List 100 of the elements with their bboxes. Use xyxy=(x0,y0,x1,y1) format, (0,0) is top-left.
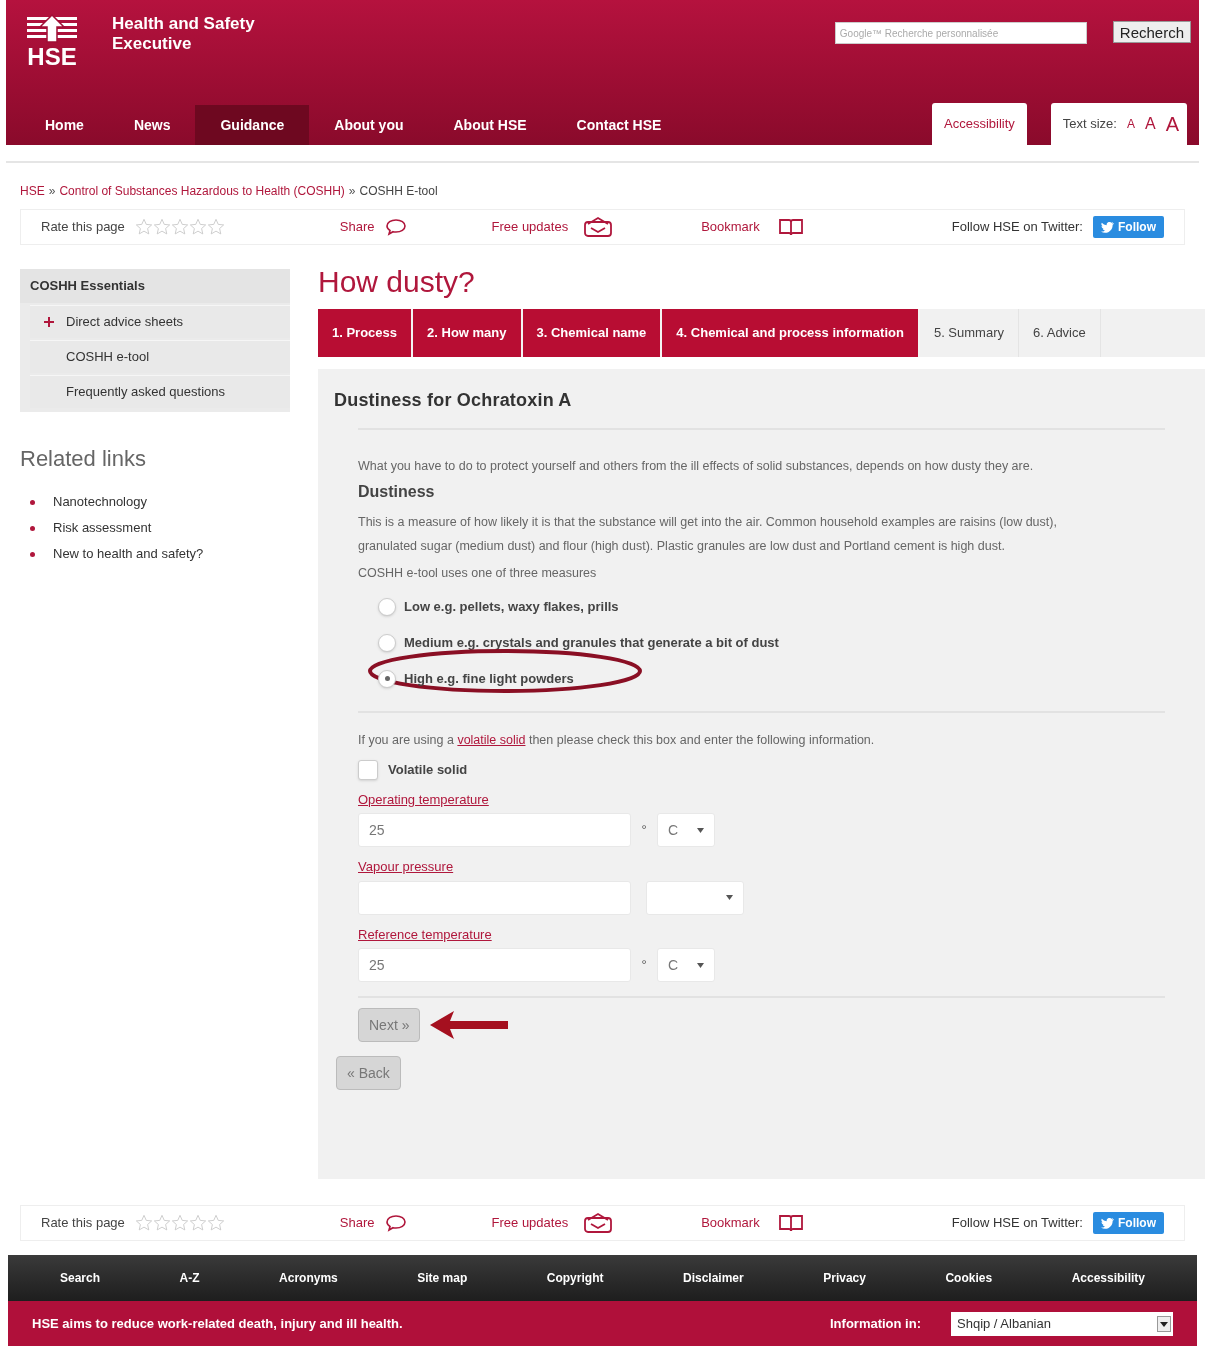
book-icon xyxy=(777,1213,804,1233)
search-field[interactable]: Google™ Recherche personnalisée xyxy=(834,22,1087,44)
star-icon[interactable] xyxy=(152,218,171,236)
related-link[interactable]: Risk assessment xyxy=(53,518,152,538)
language-label: Information in: xyxy=(830,1314,921,1333)
nav-tab[interactable]: News xyxy=(108,105,196,145)
step-tab[interactable]: 2. How many xyxy=(413,309,523,357)
page-title: How dusty? xyxy=(318,265,476,299)
nav-tab[interactable]: Contact HSE xyxy=(551,105,687,145)
speech-bubble-icon xyxy=(384,1214,407,1232)
related-links-heading: Related links xyxy=(20,445,147,473)
sidebar-heading: COSHH Essentials xyxy=(20,269,290,303)
related-link[interactable]: Nanotechnology xyxy=(53,492,147,512)
bullet-icon xyxy=(30,525,35,531)
logo-text: HSE xyxy=(27,44,77,70)
nav-tab[interactable]: About HSE xyxy=(428,105,552,145)
star-icon[interactable] xyxy=(152,1214,171,1232)
description-text: This is a measure of how likely it is that the substance will get into the air. Common household examples are raisins (low dust), granulated sugar (medium dust) and flour (high dust). Plastic granules are low dust and Portland cement is high dust. xyxy=(358,514,1058,555)
follow-label: Follow HSE on Twitter: xyxy=(951,218,1083,237)
footer-link[interactable]: Privacy xyxy=(823,1269,866,1287)
text-size-link[interactable]: A xyxy=(1145,112,1156,136)
measures-text: COSHH e-tool uses one of three measures xyxy=(358,565,598,582)
unit-select[interactable]: C xyxy=(657,948,715,982)
envelope-icon xyxy=(583,1212,614,1234)
radio-button[interactable] xyxy=(378,633,396,652)
bookmark-link[interactable]: Bookmark xyxy=(701,217,760,237)
rate-label: Rate this page xyxy=(41,218,125,237)
radio-label: Low e.g. pellets, waxy flakes, prills xyxy=(404,598,619,616)
breadcrumb-separator: » xyxy=(48,183,56,200)
text-size-link[interactable]: A xyxy=(1165,109,1179,139)
free-updates-link[interactable]: Free updates xyxy=(491,1213,569,1233)
book-icon xyxy=(777,217,804,237)
follow-button[interactable]: Follow xyxy=(1093,1212,1164,1234)
star-icon[interactable] xyxy=(188,218,207,236)
nav-tab[interactable]: Home xyxy=(20,105,109,145)
dropdown-caret-icon xyxy=(697,962,704,968)
radio-button[interactable] xyxy=(378,597,396,616)
dropdown-caret-icon xyxy=(1157,1315,1171,1332)
footer-link[interactable]: Cookies xyxy=(945,1269,993,1287)
follow-button[interactable]: Follow xyxy=(1093,216,1164,238)
mission-text: HSE aims to reduce work-related death, injury and ill health. xyxy=(32,1314,403,1333)
step-tab[interactable]: 3. Chemical name xyxy=(522,309,663,357)
intro-text: What you have to do to protect yourself and others from the ill effects of solid substances, depends on how dusty they are. xyxy=(358,458,1035,475)
input-field[interactable]: 25 xyxy=(358,948,631,982)
bird-icon xyxy=(1101,221,1114,233)
star-icon[interactable] xyxy=(170,218,189,236)
star-icon[interactable] xyxy=(188,1214,207,1232)
unit-select[interactable]: C xyxy=(657,813,715,847)
free-updates-link[interactable]: Free updates xyxy=(491,217,569,237)
panel-title: Dustiness for Ochratoxin A xyxy=(334,389,573,412)
radio-label: High e.g. fine light powders xyxy=(404,670,574,688)
text-size-link[interactable]: A xyxy=(1126,115,1135,133)
bullet-icon xyxy=(30,551,35,557)
nav-tab[interactable]: About you xyxy=(309,105,429,145)
breadcrumb-link[interactable]: HSE xyxy=(20,182,45,200)
step-tab[interactable]: 1. Process xyxy=(318,309,414,357)
star-icon[interactable] xyxy=(206,218,225,236)
field-label[interactable]: Operating temperature xyxy=(358,789,1165,809)
checkbox[interactable] xyxy=(358,759,378,780)
bullet-icon xyxy=(30,499,35,505)
field-label[interactable]: Reference temperature xyxy=(358,924,1165,944)
footer-link[interactable]: A-Z xyxy=(179,1269,200,1287)
dropdown-caret-icon xyxy=(697,827,704,833)
unit-select[interactable] xyxy=(646,880,744,915)
radio-label: Medium e.g. crystals and granules that generate a bit of dust xyxy=(404,634,779,652)
dropdown-caret-icon xyxy=(726,895,733,900)
input-field[interactable]: 25 xyxy=(358,813,631,847)
star-icon[interactable] xyxy=(134,218,153,236)
nav-tab[interactable]: Guidance xyxy=(195,105,310,145)
accessibility-tab[interactable]: Accessibility xyxy=(932,103,1027,145)
field-label[interactable]: Vapour pressure xyxy=(358,857,1165,877)
radio-button[interactable] xyxy=(378,669,396,688)
footer-link[interactable]: Accessibility xyxy=(1071,1269,1145,1287)
speech-bubble-icon xyxy=(384,218,407,236)
star-icon[interactable] xyxy=(134,1214,153,1232)
degree-mark: ° xyxy=(640,821,648,840)
rate-label: Rate this page xyxy=(41,1214,125,1233)
breadcrumb-link[interactable]: COSHH E-tool xyxy=(359,182,438,200)
envelope-icon xyxy=(583,216,614,238)
star-icon[interactable] xyxy=(170,1214,189,1232)
language-select[interactable]: Shqip / Albanian xyxy=(951,1311,1173,1336)
search-button[interactable]: Recherch xyxy=(1112,21,1191,43)
bird-icon xyxy=(1101,1217,1114,1229)
step-tab[interactable]: 4. Chemical and process information xyxy=(662,309,920,357)
volatile-solid-link[interactable]: volatile solid xyxy=(457,732,526,747)
bookmark-link[interactable]: Bookmark xyxy=(701,1213,760,1233)
footer-link[interactable]: Acronyms xyxy=(279,1269,338,1287)
footer-link[interactable]: Copyright xyxy=(546,1269,604,1287)
breadcrumb-link[interactable]: Control of Substances Hazardous to Health (COSHH) xyxy=(59,182,345,200)
breadcrumb-separator: » xyxy=(348,183,356,200)
star-icon[interactable] xyxy=(206,1214,225,1232)
follow-label: Follow HSE on Twitter: xyxy=(951,1214,1083,1233)
share-link[interactable]: Share xyxy=(339,1213,375,1233)
footer-link[interactable]: Disclaimer xyxy=(683,1269,744,1287)
degree-mark: ° xyxy=(640,956,648,975)
related-link[interactable]: New to health and safety? xyxy=(53,544,204,564)
text-size-label: Text size: xyxy=(1062,115,1117,134)
footer-link[interactable]: Site map xyxy=(417,1269,468,1287)
share-link[interactable]: Share xyxy=(339,217,375,237)
footer-link[interactable]: Search xyxy=(60,1269,101,1287)
